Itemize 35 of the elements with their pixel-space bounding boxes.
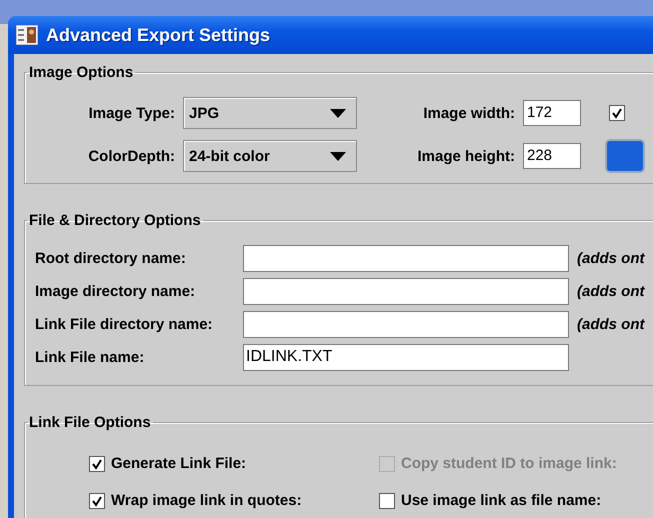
- text-field[interactable]: [243, 245, 569, 272]
- image-width-field[interactable]: 172: [523, 100, 581, 126]
- field-label: Root directory name:: [35, 250, 187, 267]
- group-title: Link File Options: [28, 414, 152, 431]
- field-label: Image Type:: [88, 104, 175, 122]
- text-field[interactable]: [243, 278, 569, 305]
- checkbox-label: Copy student ID to image link:: [401, 455, 617, 472]
- app-icon: [16, 25, 38, 45]
- hint-text: (adds ont: [577, 283, 646, 300]
- field-label: Image directory name:: [35, 283, 196, 300]
- field-label: Link File directory name:: [35, 316, 214, 333]
- checkbox-label: Use image link as file name:: [401, 492, 602, 509]
- checkbox[interactable]: [609, 105, 625, 121]
- dropdown-arrow-icon: [330, 108, 346, 118]
- dropdown-arrow-icon: [330, 152, 346, 160]
- checkbox[interactable]: [89, 492, 105, 508]
- group-title: Image Options: [28, 64, 134, 81]
- checkbox-label: Generate Link File:: [111, 455, 246, 472]
- field-label: Image height:: [416, 148, 515, 164]
- group-title: File & Directory Options: [28, 212, 202, 229]
- hint-text: (adds ont: [577, 250, 646, 267]
- checkbox[interactable]: [89, 456, 105, 472]
- field-label: Link File name:: [35, 349, 146, 366]
- hint-text: (adds ont: [577, 316, 646, 333]
- color-depth-dropdown[interactable]: 24-bit color: [183, 140, 357, 172]
- text-field[interactable]: IDLINK.TXT: [243, 344, 569, 371]
- window-title: Advanced Export Settings: [46, 24, 270, 46]
- color-button[interactable]: [605, 139, 645, 173]
- text-field[interactable]: [243, 311, 569, 338]
- image-height-field[interactable]: 228: [523, 143, 581, 169]
- field-label: ColorDepth:: [87, 148, 175, 164]
- checkbox-label: Wrap image link in quotes:: [111, 492, 302, 509]
- image-type-dropdown[interactable]: JPG: [183, 97, 357, 129]
- checkbox[interactable]: [379, 492, 395, 508]
- field-label: Image width:: [422, 104, 515, 122]
